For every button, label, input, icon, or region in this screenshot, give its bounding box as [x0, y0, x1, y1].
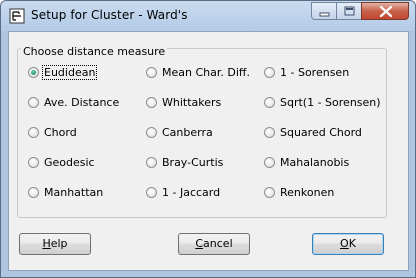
radio-dot[interactable] — [146, 97, 157, 108]
dialog-body: Choose distance measure Eudidean Ave. Di… — [8, 31, 409, 271]
radio-dot[interactable] — [28, 127, 39, 138]
cancel-button[interactable]: Cancel — [178, 233, 250, 255]
ok-label-rest: K — [348, 237, 356, 250]
cancel-mnemonic: C — [195, 237, 204, 250]
radio-label: Whittakers — [162, 96, 222, 109]
radio-dot[interactable] — [146, 127, 157, 138]
help-button[interactable]: Help — [19, 233, 91, 255]
radio-label: Renkonen — [280, 186, 335, 199]
minimize-button[interactable] — [311, 2, 337, 20]
radio-label: 1 - Jaccard — [162, 186, 221, 199]
maximize-icon — [344, 6, 355, 16]
ok-button[interactable]: OK — [312, 233, 384, 255]
ok-mnemonic: O — [340, 237, 349, 250]
radio-label: Geodesic — [44, 156, 95, 169]
radio-label: Eudidean — [41, 65, 98, 80]
dialog-window: Setup for Cluster - Ward's Choose distan… — [0, 0, 416, 278]
radio-dot[interactable] — [264, 67, 275, 78]
radio-label: Bray-Curtis — [162, 156, 224, 169]
help-label-rest: elp — [50, 237, 68, 250]
app-icon[interactable] — [9, 8, 25, 24]
radio-label: Ave. Distance — [44, 96, 120, 109]
radio-label: Canberra — [162, 126, 213, 139]
radio-dot[interactable] — [264, 157, 275, 168]
radio-dot[interactable] — [28, 67, 39, 78]
radio-label: Chord — [44, 126, 77, 139]
radio-dot[interactable] — [28, 157, 39, 168]
radio-dot[interactable] — [146, 187, 157, 198]
radio-label: Squared Chord — [280, 126, 362, 139]
radio-dot[interactable] — [28, 187, 39, 198]
radio-dot[interactable] — [264, 187, 275, 198]
close-icon — [379, 5, 393, 18]
radio-label: Mean Char. Diff. — [162, 66, 250, 79]
radio-label: Sqrt(1 - Sorensen) — [280, 96, 381, 109]
close-button[interactable] — [361, 2, 409, 20]
radio-dot[interactable] — [146, 67, 157, 78]
group-label: Choose distance measure — [21, 45, 168, 58]
radio-dot[interactable] — [264, 127, 275, 138]
radio-label: 1 - Sorensen — [280, 66, 350, 79]
cancel-label-rest: ancel — [203, 237, 233, 250]
radio-label: Mahalanobis — [280, 156, 350, 169]
radio-dot[interactable] — [264, 97, 275, 108]
radio-dot[interactable] — [146, 157, 157, 168]
title-bar[interactable]: Setup for Cluster - Ward's — [1, 1, 415, 31]
radio-dot[interactable] — [28, 97, 39, 108]
radio-label: Manhattan — [44, 186, 104, 199]
maximize-button[interactable] — [336, 2, 362, 20]
help-mnemonic: H — [42, 237, 51, 250]
minimize-icon — [319, 12, 330, 17]
window-title: Setup for Cluster - Ward's — [31, 8, 188, 22]
